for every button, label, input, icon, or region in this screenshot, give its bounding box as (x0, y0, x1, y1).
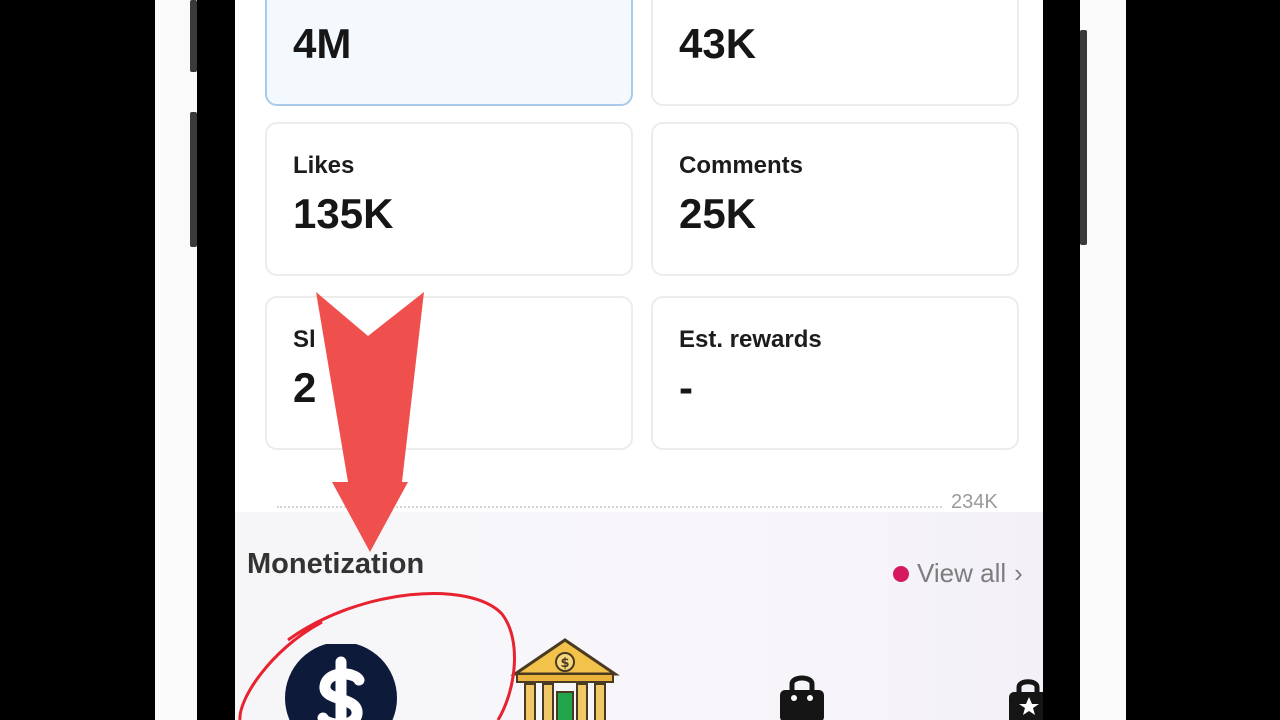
chart-axis-label: 234K (951, 491, 998, 513)
bank-icon[interactable]: $ (507, 638, 623, 720)
section-title: Monetization (247, 548, 425, 580)
stat-card-est-rewards[interactable]: Est. rewards - (651, 296, 1019, 450)
view-all-label: View all (917, 558, 1007, 588)
svg-text:$: $ (560, 656, 569, 671)
stat-card-views[interactable]: 4M (265, 0, 633, 106)
chevron-right-icon: › (1014, 558, 1023, 588)
stat-value: 4M (293, 20, 352, 67)
dollar-coin-icon[interactable] (283, 642, 399, 720)
shopping-bag-icon[interactable] (777, 674, 827, 720)
app-screen: 4M 43K Likes 135K Comments 25K Sl 2 Est.… (235, 0, 1043, 720)
stat-value: 25K (679, 190, 757, 237)
stat-label: Sl (293, 326, 316, 353)
background-left (155, 0, 197, 720)
stat-value: - (679, 364, 693, 411)
stat-card-shares[interactable]: Sl 2 (265, 296, 633, 450)
phone-side-button (190, 0, 197, 72)
stat-value: 2 (293, 364, 317, 411)
chart-gridline (277, 506, 942, 508)
stat-card-profile-views[interactable]: 43K (651, 0, 1019, 106)
stat-card-comments[interactable]: Comments 25K (651, 122, 1019, 276)
view-all-link[interactable]: View all › (893, 558, 1023, 589)
stat-label: Est. rewards (679, 326, 822, 353)
shopping-bag-star-icon[interactable] (1007, 678, 1043, 720)
stat-card-likes[interactable]: Likes 135K (265, 122, 633, 276)
notification-dot (893, 565, 909, 582)
phone-side-button (190, 112, 197, 247)
stat-value: 135K (293, 190, 394, 237)
phone-side-button (1080, 30, 1087, 245)
stat-label: Likes (293, 152, 355, 179)
stat-value: 43K (679, 20, 757, 67)
stat-label: Comments (679, 152, 804, 179)
